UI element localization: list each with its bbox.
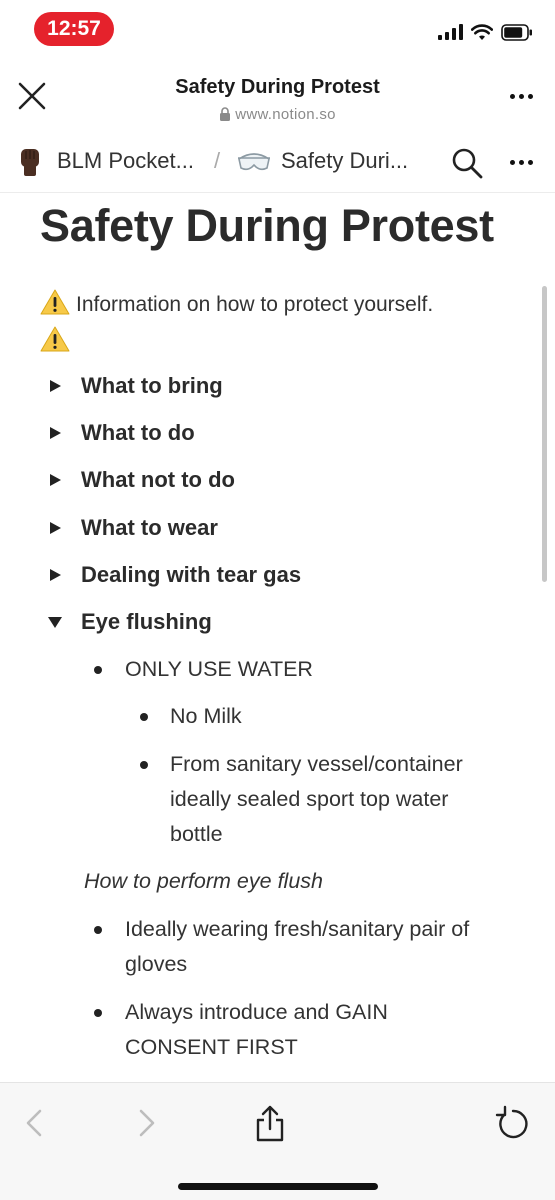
triangle-right-icon[interactable]: [46, 424, 64, 442]
triangle-right-icon[interactable]: [46, 377, 64, 395]
list-item-line: ideally sealed sport top water: [170, 787, 449, 811]
home-indicator: [178, 1183, 378, 1190]
toggle-label[interactable]: What not to do: [81, 467, 235, 493]
breadcrumb-separator: /: [214, 148, 221, 173]
callout-text: Information on how to protect yourself.: [76, 293, 434, 316]
notion-top-bar: BLM Pocket... / Safety Duri...: [0, 140, 555, 188]
browser-more-icon[interactable]: [510, 94, 533, 99]
bullet-dot: [94, 666, 102, 674]
toggle-label[interactable]: What to do: [81, 420, 195, 446]
bullet-dot: [94, 1009, 102, 1017]
toggle-label[interactable]: Eye flushing: [81, 609, 212, 635]
bullet-dot: [94, 926, 102, 934]
breadcrumb-parent[interactable]: BLM Pocket...: [57, 148, 194, 174]
toggle-what-not-to-do[interactable]: What not to do: [46, 463, 235, 497]
notion-more-icon[interactable]: [510, 160, 533, 165]
list-item-line: bottle: [170, 822, 223, 846]
toggle-label[interactable]: What to bring: [81, 373, 223, 399]
share-icon[interactable]: [252, 1103, 288, 1143]
list-item: No Milk: [170, 704, 242, 728]
triangle-right-icon[interactable]: [46, 566, 64, 584]
toggle-eye-flushing[interactable]: Eye flushing: [46, 605, 212, 639]
toggle-what-to-bring[interactable]: What to bring: [46, 369, 223, 403]
list-item-line: Ideally wearing fresh/sanitary pair of: [125, 917, 470, 941]
callout-warning-trailing: [40, 326, 76, 354]
divider: [0, 192, 555, 193]
wifi-icon: [471, 23, 493, 40]
reload-icon[interactable]: [495, 1103, 531, 1143]
bullet-dot: [140, 761, 148, 769]
warning-icon: [40, 326, 70, 352]
toggle-dealing-with-tear-gas[interactable]: Dealing with tear gas: [46, 558, 301, 592]
search-icon[interactable]: [450, 146, 484, 180]
triangle-right-icon[interactable]: [46, 519, 64, 537]
breadcrumb-current[interactable]: Safety Duri...: [281, 148, 408, 174]
bullet-dot: [140, 713, 148, 721]
warning-icon: [40, 289, 70, 315]
page-title: Safety During Protest: [40, 200, 494, 251]
toggle-what-to-wear[interactable]: What to wear: [46, 511, 218, 545]
cellular-signal-icon: [438, 24, 463, 40]
browser-url: www.notion.so: [0, 106, 555, 123]
list-item-line: gloves: [125, 952, 188, 976]
italic-heading: How to perform eye flush: [84, 869, 323, 893]
list-item-line: Always introduce and GAIN: [125, 1000, 388, 1024]
list-item-line: From sanitary vessel/container: [170, 752, 463, 776]
lock-icon: [220, 107, 231, 121]
chevron-left-icon[interactable]: [16, 1103, 52, 1143]
list-item-line: CONSENT FIRST: [125, 1035, 298, 1059]
status-icons: [438, 22, 533, 42]
status-bar: 12:57: [0, 0, 555, 62]
chevron-right-icon[interactable]: [129, 1103, 165, 1143]
triangle-right-icon[interactable]: [46, 471, 64, 489]
toggle-label[interactable]: Dealing with tear gas: [81, 562, 301, 588]
url-text: www.notion.so: [235, 106, 336, 123]
toggle-what-to-do[interactable]: What to do: [46, 416, 195, 450]
raised-fist-icon: [21, 149, 39, 176]
list-item: ONLY USE WATER: [125, 657, 313, 681]
callout: Information on how to protect yourself.: [40, 289, 433, 317]
status-time: 12:57: [34, 12, 114, 46]
scrollbar[interactable]: [542, 286, 547, 582]
toggle-label[interactable]: What to wear: [81, 515, 218, 541]
goggles-icon: [238, 153, 270, 171]
browser-toolbar: [0, 1082, 555, 1200]
battery-icon: [501, 23, 532, 41]
triangle-down-icon[interactable]: [46, 613, 64, 631]
browser-header: Safety During Protest www.notion.so: [0, 62, 555, 132]
browser-page-title: Safety During Protest: [175, 76, 380, 98]
